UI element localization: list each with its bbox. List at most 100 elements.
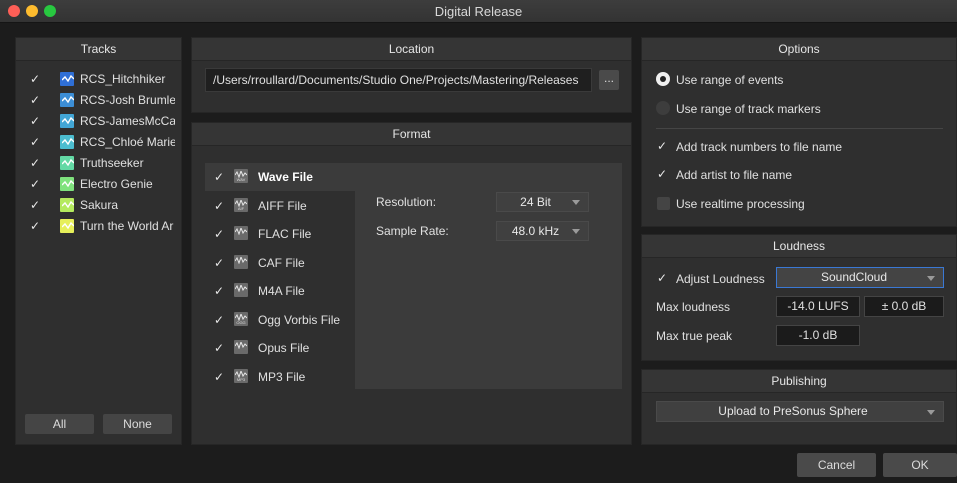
file-type-tag: OGG xyxy=(236,319,246,325)
browse-location-button[interactable]: ... xyxy=(599,70,619,90)
track-row[interactable]: ✓ RCS_Hitchhiker xyxy=(10,69,170,90)
format-label: Opus File xyxy=(258,341,310,355)
location-path-field[interactable]: /Users/rroullard/Documents/Studio One/Pr… xyxy=(205,68,592,92)
format-checkbox[interactable]: ✓ xyxy=(214,285,226,297)
format-label: AIFF File xyxy=(258,198,307,213)
audio-file-icon xyxy=(234,254,248,269)
loudness-tolerance-field[interactable]: ± 0.0 dB xyxy=(864,296,944,317)
loudness-header: Loudness xyxy=(642,235,956,258)
waveform-icon xyxy=(60,177,74,191)
format-label: M4A File xyxy=(258,284,305,298)
format-checkbox[interactable]: ✓ xyxy=(214,228,226,240)
publishing-destination-dropdown[interactable]: Upload to PreSonus Sphere xyxy=(656,401,944,422)
tracks-header: Tracks xyxy=(16,38,181,61)
artist-label: Add artist to file name xyxy=(676,168,793,182)
audio-file-icon: AIF xyxy=(234,197,248,212)
track-checkbox[interactable]: ✓ xyxy=(30,94,42,106)
range-markers-label: Use range of track markers xyxy=(676,102,821,116)
adjust-loudness-label: Adjust Loudness xyxy=(676,272,765,286)
realtime-checkbox[interactable] xyxy=(657,197,670,210)
format-checkbox[interactable]: ✓ xyxy=(214,200,226,212)
true-peak-field[interactable]: -1.0 dB xyxy=(776,325,860,346)
sample-rate-label: Sample Rate: xyxy=(376,224,449,238)
true-peak-label: Max true peak xyxy=(656,329,733,343)
format-row[interactable]: ✓ OGG Ogg Vorbis File xyxy=(205,306,355,334)
title-bar: Digital Release xyxy=(0,0,957,23)
track-numbers-checkbox[interactable]: ✓ xyxy=(657,140,669,152)
track-checkbox[interactable]: ✓ xyxy=(30,178,42,190)
waveform-icon xyxy=(60,93,74,107)
audio-file-icon: MP3 xyxy=(234,368,248,383)
format-row[interactable]: ✓ M4A File xyxy=(205,277,355,305)
track-row[interactable]: ✓ RCS-JamesMcCa xyxy=(10,111,175,132)
format-row[interactable]: ✓ AIF AIFF File xyxy=(205,192,355,220)
waveform-icon xyxy=(60,198,74,212)
select-all-button[interactable]: All xyxy=(25,414,94,434)
options-divider xyxy=(656,128,943,129)
audio-file-icon: OGG xyxy=(234,311,248,326)
audio-file-icon xyxy=(234,226,248,240)
track-checkbox[interactable]: ✓ xyxy=(30,73,42,85)
waveform-icon xyxy=(60,114,74,128)
format-row[interactable]: ✓ MP3 MP3 File xyxy=(205,363,355,391)
track-checkbox[interactable]: ✓ xyxy=(30,220,42,232)
track-checkbox[interactable]: ✓ xyxy=(30,157,42,169)
track-row[interactable]: ✓ Turn the World Ar xyxy=(10,216,173,237)
track-label: Sakura xyxy=(80,198,119,212)
track-row[interactable]: ✓ Truthseeker xyxy=(10,153,170,174)
format-row[interactable]: ✓ Opus File xyxy=(205,334,355,362)
format-row[interactable]: ✓ CAF File xyxy=(205,249,355,277)
select-none-button[interactable]: None xyxy=(103,414,172,434)
range-events-radio[interactable] xyxy=(656,72,670,86)
artist-checkbox[interactable]: ✓ xyxy=(657,168,669,180)
publishing-destination-value: Upload to PreSonus Sphere xyxy=(718,404,868,418)
track-label: Truthseeker xyxy=(80,156,144,170)
file-type-tag: AIF xyxy=(237,205,245,211)
track-label: RCS-Josh Brumle xyxy=(80,93,175,107)
audio-file-icon xyxy=(234,340,248,354)
loudness-preset-dropdown[interactable]: SoundCloud xyxy=(776,267,944,288)
resolution-dropdown[interactable]: 24 Bit xyxy=(496,192,589,212)
format-header: Format xyxy=(192,123,631,146)
format-label: Wave File xyxy=(258,170,313,184)
chevron-down-icon xyxy=(572,229,580,234)
format-checkbox[interactable]: ✓ xyxy=(214,257,226,269)
cancel-button[interactable]: Cancel xyxy=(797,453,876,477)
format-row[interactable]: ✓ WAV Wave File xyxy=(205,163,355,191)
track-row[interactable]: ✓ RCS_Chloé Marie xyxy=(10,132,175,153)
format-checkbox[interactable]: ✓ xyxy=(214,342,226,354)
track-label: Turn the World Ar xyxy=(80,219,174,233)
format-label: Ogg Vorbis File xyxy=(258,312,341,327)
sample-rate-dropdown[interactable]: 48.0 kHz xyxy=(496,221,589,241)
file-type-tag: WAV xyxy=(236,177,246,182)
track-label: RCS_Chloé Marie xyxy=(80,135,175,149)
track-label: RCS_Hitchhiker xyxy=(80,72,166,86)
adjust-loudness-checkbox[interactable]: ✓ xyxy=(657,272,669,284)
track-numbers-label: Add track numbers to file name xyxy=(676,140,843,154)
format-checkbox[interactable]: ✓ xyxy=(214,371,226,383)
format-row[interactable]: ✓ FLAC File xyxy=(205,220,355,248)
track-row[interactable]: ✓ Sakura xyxy=(10,195,170,216)
track-label: RCS-JamesMcCa xyxy=(80,114,175,128)
track-row[interactable]: ✓ RCS-Josh Brumle xyxy=(10,90,175,111)
radio-dot-icon xyxy=(660,76,666,82)
format-label: FLAC File xyxy=(258,227,312,241)
ok-button[interactable]: OK xyxy=(883,453,957,477)
max-loudness-label: Max loudness xyxy=(656,300,731,314)
range-markers-radio[interactable] xyxy=(656,101,670,115)
waveform-icon xyxy=(60,219,74,233)
format-checkbox[interactable]: ✓ xyxy=(214,171,226,183)
track-checkbox[interactable]: ✓ xyxy=(30,199,42,211)
window-title: Digital Release xyxy=(434,4,523,19)
track-checkbox[interactable]: ✓ xyxy=(30,136,42,148)
waveform-icon xyxy=(60,72,74,86)
audio-file-icon: WAV xyxy=(234,169,248,183)
track-checkbox[interactable]: ✓ xyxy=(30,115,42,127)
format-checkbox[interactable]: ✓ xyxy=(214,314,226,326)
loudness-preset-value: SoundCloud xyxy=(820,270,888,284)
resolution-value: 24 Bit xyxy=(520,195,551,209)
max-loudness-field[interactable]: -14.0 LUFS xyxy=(776,296,860,317)
chevron-down-icon xyxy=(927,275,935,281)
range-events-label: Use range of events xyxy=(676,73,784,87)
track-row[interactable]: ✓ Electro Genie xyxy=(10,174,170,195)
